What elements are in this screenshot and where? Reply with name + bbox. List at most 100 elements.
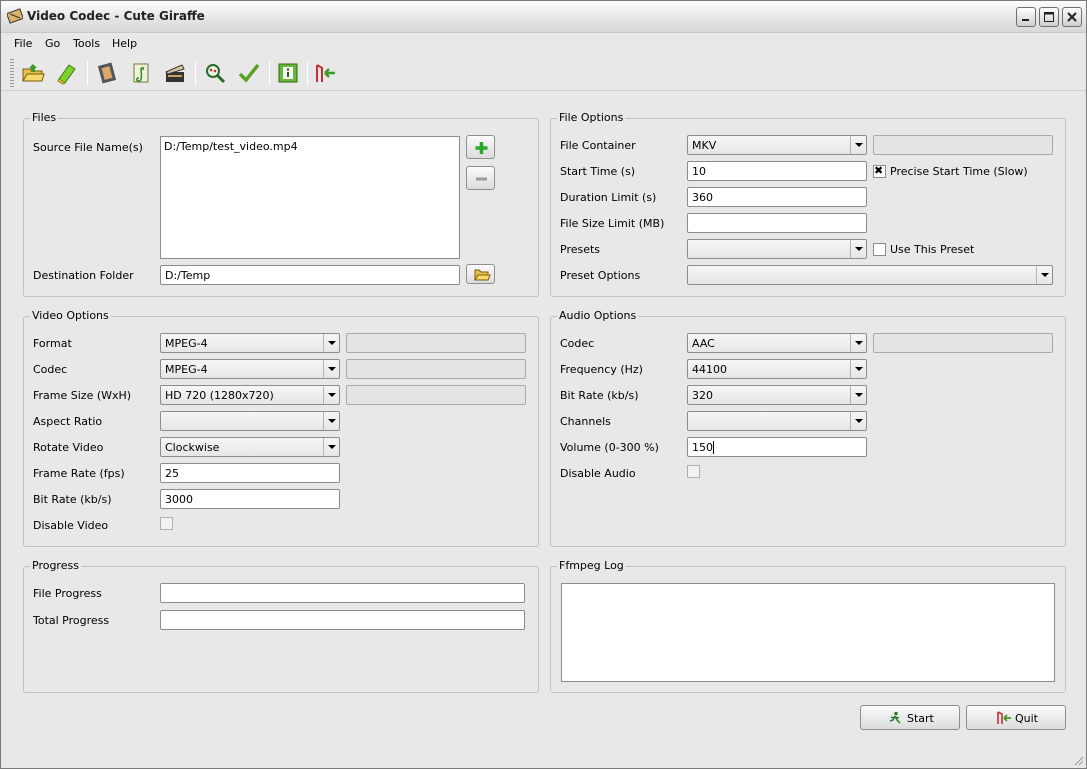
chevron-down-icon	[850, 240, 866, 258]
video-format-select[interactable]: MPEG-4	[160, 333, 340, 353]
file-container-select[interactable]: MKV	[687, 135, 867, 155]
frame-rate-label: Frame Rate (fps)	[33, 467, 125, 480]
precise-start-time-checkbox[interactable]	[873, 164, 886, 178]
rotate-video-label: Rotate Video	[33, 441, 104, 454]
remove-file-button[interactable]	[466, 166, 495, 190]
volume-value: 150	[692, 441, 714, 454]
start-button[interactable]: Start	[860, 705, 960, 730]
inspect-button[interactable]	[201, 59, 229, 87]
maximize-button[interactable]	[1039, 7, 1059, 27]
close-button[interactable]	[1062, 7, 1082, 27]
file-container-label: File Container	[560, 139, 636, 152]
minimize-button[interactable]	[1016, 7, 1036, 27]
start-button-label: Start	[907, 712, 934, 725]
video-format-label: Format	[33, 337, 72, 350]
video-format-value: MPEG-4	[165, 337, 208, 350]
chevron-down-icon	[1036, 266, 1052, 284]
audio-codec-select[interactable]: AAC	[687, 333, 867, 353]
info-icon	[278, 63, 298, 83]
menu-go[interactable]: Go	[45, 37, 60, 50]
volume-input[interactable]: 150	[687, 437, 867, 457]
minimize-icon	[1022, 19, 1029, 21]
chevron-down-icon	[323, 334, 339, 352]
frequency-label: Frequency (Hz)	[560, 363, 643, 376]
chevron-down-icon	[323, 412, 339, 430]
chevron-down-icon	[323, 438, 339, 456]
channels-label: Channels	[560, 415, 611, 428]
exit-button[interactable]	[311, 59, 339, 87]
audio-bit-rate-value: 320	[692, 389, 713, 402]
file-container-extra-field	[873, 135, 1053, 155]
ffmpeg-log-textarea[interactable]	[561, 583, 1055, 682]
list-item[interactable]: D:/Temp/test_video.mp4	[164, 140, 298, 153]
disable-video-checkbox[interactable]	[160, 517, 173, 530]
total-progress-label: Total Progress	[33, 614, 110, 627]
menu-file[interactable]: File	[14, 37, 32, 50]
duration-limit-label: Duration Limit (s)	[560, 191, 657, 204]
audio-button[interactable]	[127, 59, 155, 87]
source-files-list[interactable]: D:/Temp/test_video.mp4	[160, 136, 460, 259]
source-files-label: Source File Name(s)	[33, 141, 143, 154]
app-window: Video Codec - Cute Giraffe File Go Tools…	[0, 0, 1087, 769]
info-button[interactable]	[274, 59, 302, 87]
toolbar-grip[interactable]	[10, 59, 14, 87]
audio-codec-label: Codec	[560, 337, 595, 350]
destination-folder-label: Destination Folder	[33, 269, 134, 282]
quit-button[interactable]: Quit	[966, 705, 1066, 730]
clapperboard-icon	[165, 64, 185, 82]
audio-options-group-title: Audio Options	[557, 309, 639, 322]
clapper-button[interactable]	[161, 59, 189, 87]
file-progress-bar	[160, 583, 525, 603]
video-button[interactable]	[93, 59, 121, 87]
disable-video-label: Disable Video	[33, 519, 109, 532]
use-preset-checkbox[interactable]	[873, 243, 886, 256]
rotate-video-select[interactable]: Clockwise	[160, 437, 340, 457]
audio-bit-rate-label: Bit Rate (kb/s)	[560, 389, 639, 402]
video-codec-label: Codec	[33, 363, 68, 376]
audio-codec-extra-field	[873, 333, 1053, 353]
resize-grip-icon[interactable]	[1072, 754, 1084, 766]
disable-audio-checkbox[interactable]	[687, 465, 700, 478]
open-folder-icon	[22, 64, 45, 82]
film-icon	[97, 62, 117, 84]
frame-rate-input[interactable]: 25	[160, 463, 340, 483]
chevron-down-icon	[850, 412, 866, 430]
frame-size-label: Frame Size (WxH)	[33, 389, 132, 402]
frequency-select[interactable]: 44100	[687, 359, 867, 379]
destination-folder-input[interactable]: D:/Temp	[160, 265, 460, 285]
aspect-ratio-select[interactable]	[160, 411, 340, 431]
running-man-icon	[889, 711, 901, 724]
start-time-input[interactable]: 10	[687, 161, 867, 181]
clear-button[interactable]	[53, 59, 81, 87]
video-options-group-title: Video Options	[30, 309, 111, 322]
channels-select[interactable]	[687, 411, 867, 431]
video-bit-rate-input[interactable]: 3000	[160, 489, 340, 509]
toolbar-separator	[307, 61, 308, 85]
menu-tools[interactable]: Tools	[73, 37, 100, 50]
file-size-limit-input[interactable]	[687, 213, 867, 233]
frame-size-select[interactable]: HD 720 (1280x720)	[160, 385, 340, 405]
total-progress-bar	[160, 610, 525, 630]
preset-options-select[interactable]	[687, 265, 1053, 285]
chevron-down-icon	[323, 360, 339, 378]
file-progress-label: File Progress	[33, 587, 102, 600]
video-codec-value: MPEG-4	[165, 363, 208, 376]
progress-group-title: Progress	[30, 559, 81, 572]
files-group-title: Files	[30, 111, 59, 124]
add-file-button[interactable]	[466, 135, 495, 159]
presets-select[interactable]	[687, 239, 867, 259]
check-button[interactable]	[235, 59, 263, 87]
toolbar-separator	[195, 61, 196, 85]
audio-bit-rate-select[interactable]: 320	[687, 385, 867, 405]
browse-folder-button[interactable]	[466, 264, 495, 284]
file-container-value: MKV	[692, 139, 717, 152]
audio-codec-value: AAC	[692, 337, 715, 350]
chevron-down-icon	[850, 386, 866, 404]
exit-icon	[316, 64, 335, 82]
menu-help[interactable]: Help	[112, 37, 137, 50]
video-codec-select[interactable]: MPEG-4	[160, 359, 340, 379]
file-options-group-title: File Options	[557, 111, 626, 124]
frame-size-extra-field	[346, 385, 526, 405]
open-files-button[interactable]	[19, 59, 47, 87]
duration-limit-input[interactable]: 360	[687, 187, 867, 207]
